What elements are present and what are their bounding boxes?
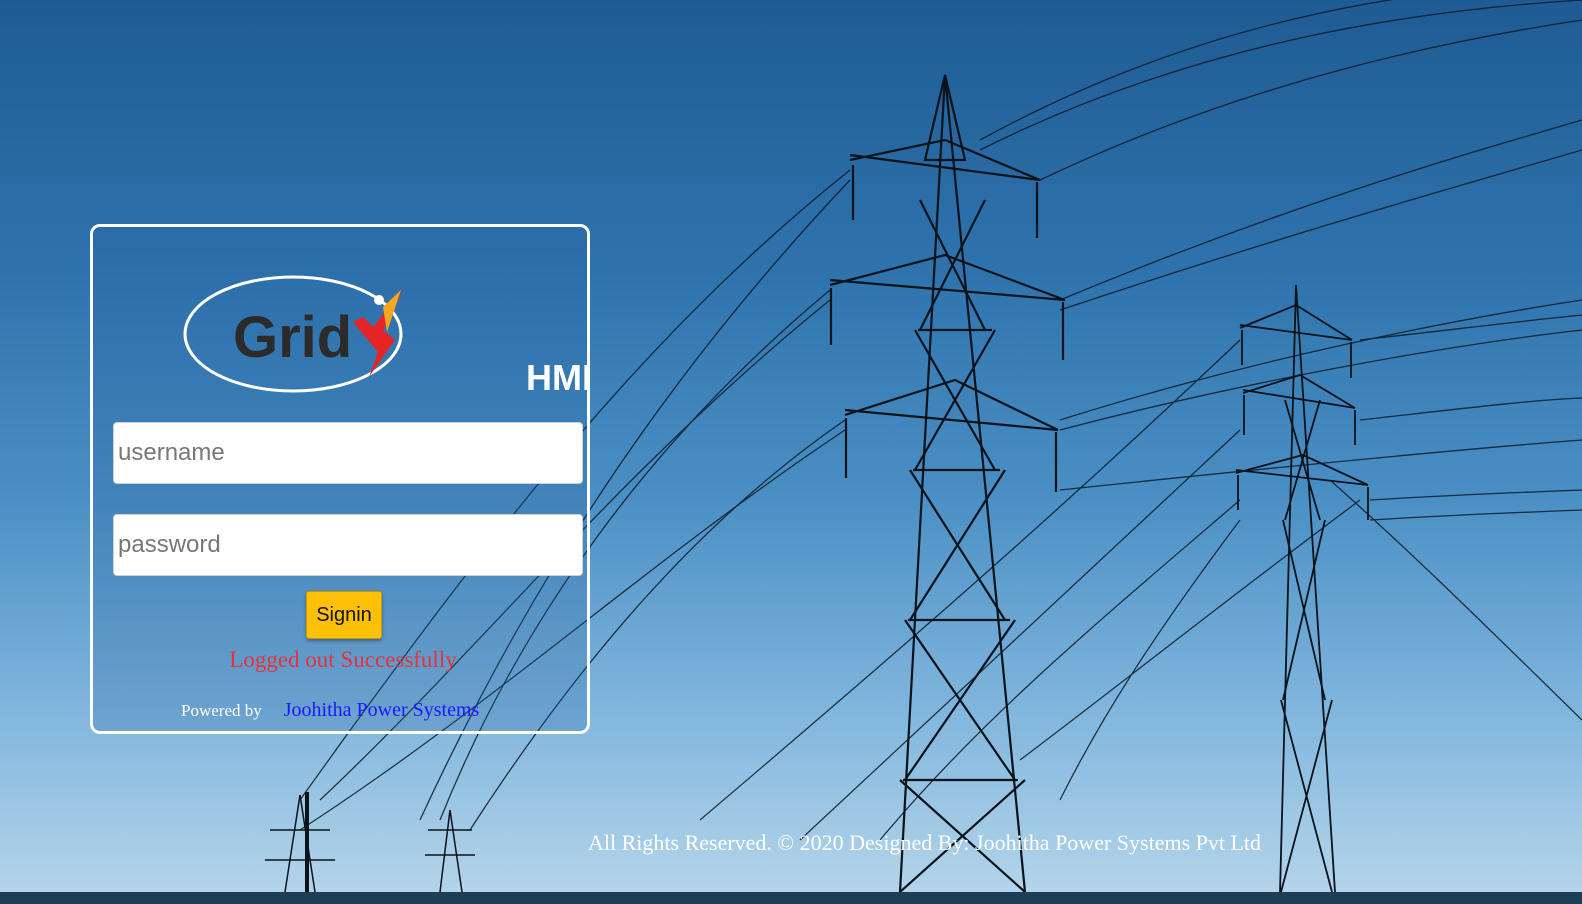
bottom-strip	[0, 892, 1582, 904]
password-input[interactable]	[113, 514, 583, 576]
username-input[interactable]	[113, 422, 583, 484]
logout-status-message: Logged out Successfully	[229, 647, 457, 672]
svg-text:Grid: Grid	[233, 305, 352, 370]
powered-by: Powered by Joohitha Power Systems	[181, 699, 479, 722]
gridx-logo: Grid HMI	[183, 272, 592, 398]
powered-by-link[interactable]: Joohitha Power Systems	[284, 699, 480, 721]
login-card: Grid HMI Signin Logged out Successfully …	[90, 224, 592, 734]
logo-hmi-text: HMI	[526, 357, 592, 398]
gridx-logo-icon: Grid	[183, 275, 403, 393]
signin-button[interactable]: Signin	[306, 591, 382, 639]
powered-by-label: Powered by	[181, 701, 262, 720]
footer-copyright: All Rights Reserved. © 2020 Designed By:…	[588, 830, 1262, 855]
